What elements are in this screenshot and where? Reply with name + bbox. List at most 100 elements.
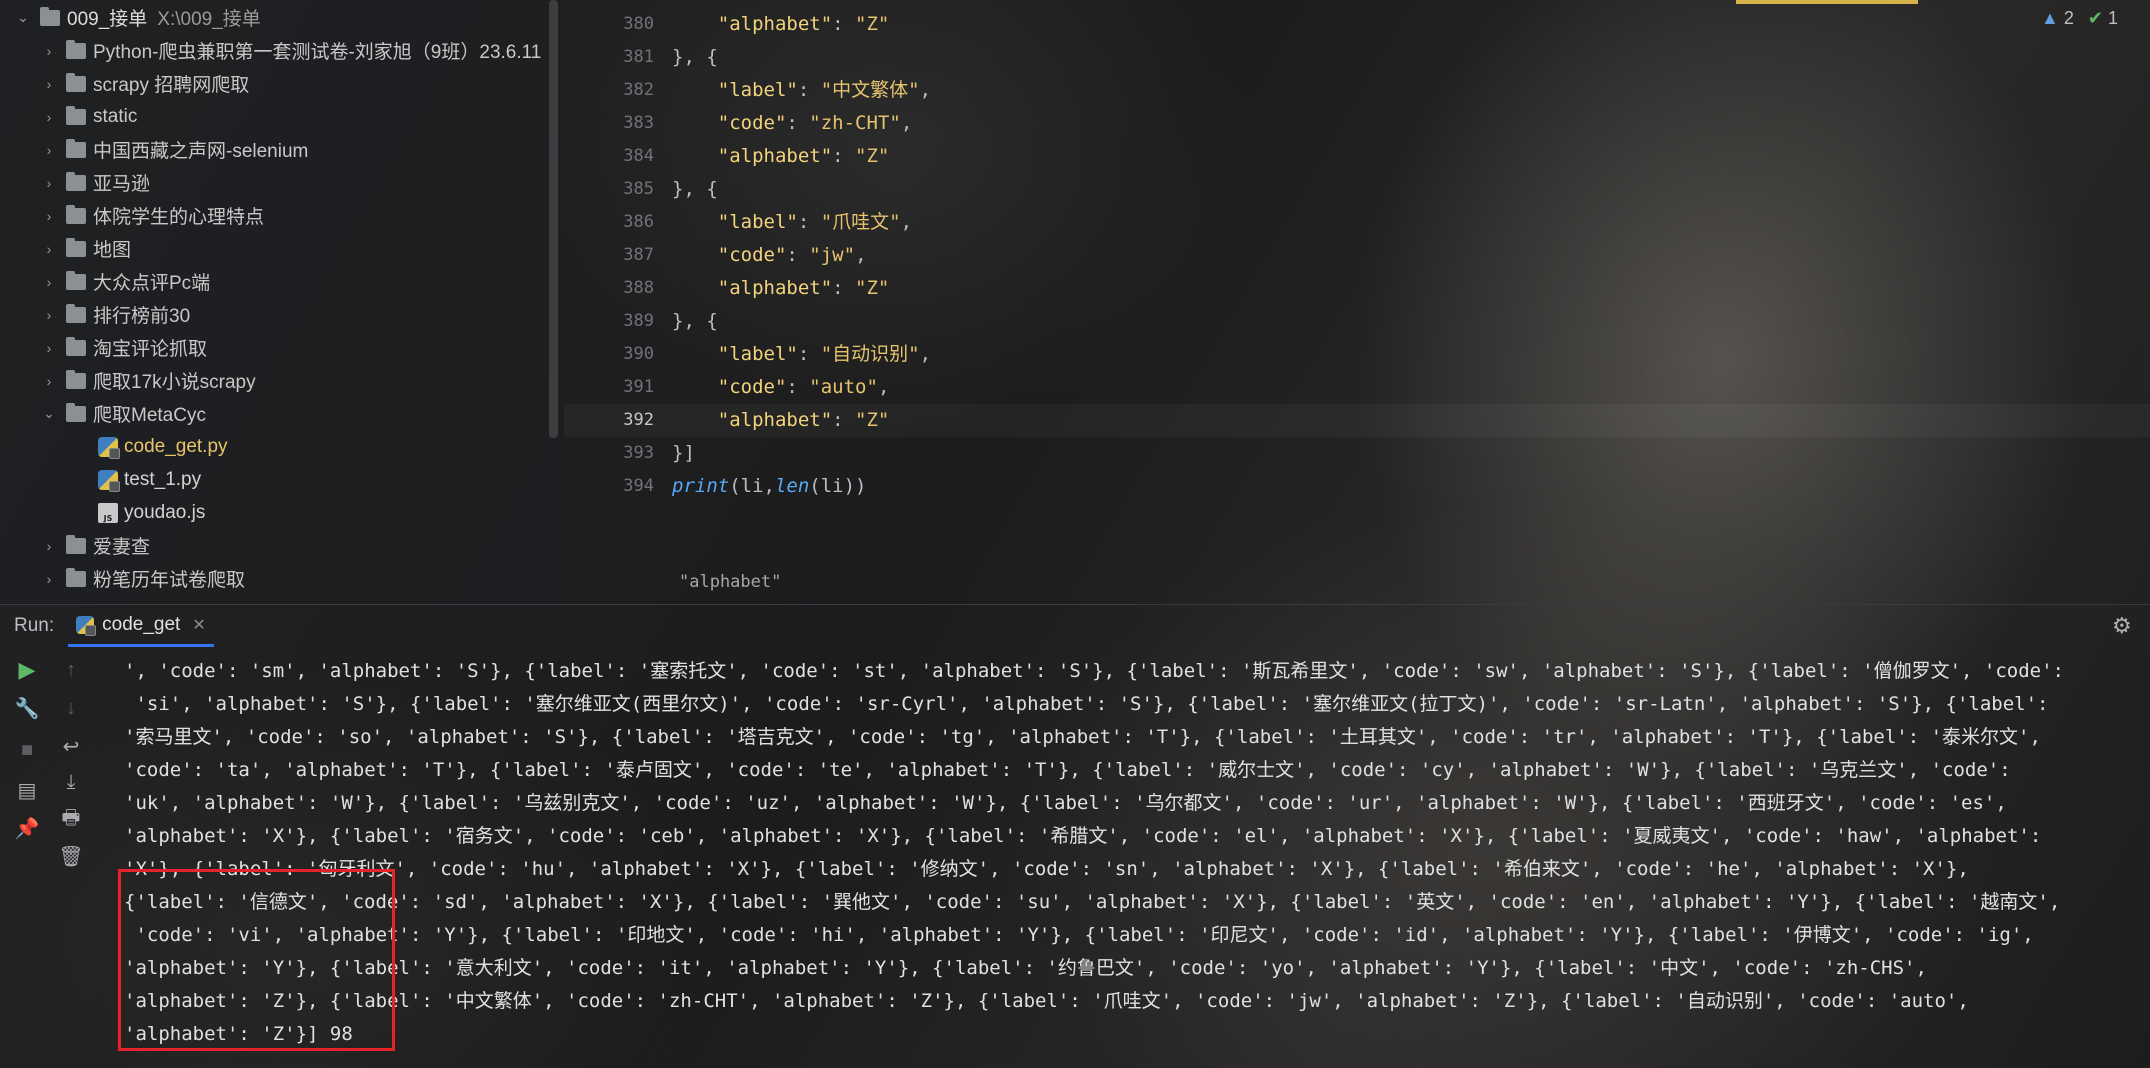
folder-icon [66,534,86,554]
chevron-right-icon[interactable]: › [40,273,58,291]
tree-item-label: test_1.py [124,468,202,490]
tree-file-row[interactable]: test_1.py [0,463,562,496]
run-tab-label: code_get [102,613,181,635]
line-number: 381 [623,47,654,67]
inspection-widget[interactable]: ▲ 2 ✔ 1 [2041,8,2118,29]
folder-icon [66,105,86,125]
tree-item-label: 大众点评Pc端 [93,273,211,294]
code-line-380[interactable]: "alphabet": "Z" [672,8,890,41]
chevron-down-icon[interactable]: ⌄ [14,9,32,27]
gear-icon[interactable]: ⚙ [2112,615,2134,637]
tree-folder-row[interactable]: › 体院学生的心理特点 [0,199,562,232]
line-number: 382 [623,80,654,100]
code-line-392[interactable]: "alphabet": "Z" [672,404,890,437]
checkmark-icon: ✔ [2087,8,2103,28]
chevron-right-icon[interactable]: › [40,207,58,225]
chevron-right-icon[interactable]: › [40,174,58,192]
tree-root-row[interactable]: ⌄ 009_接单 X:\009_接单 [0,1,562,34]
line-number: 386 [623,212,654,232]
tree-folder-row[interactable]: › 淘宝评论抓取 [0,331,562,364]
tree-folder-row[interactable]: › scrapy 招聘网爬取 [0,67,562,100]
folder-icon [66,567,86,587]
code-editor[interactable]: 380 381 382 383 384 385 386 387 388 389 390 391 392 3… [564,0,2150,604]
folder-icon [66,39,86,59]
chevron-right-icon[interactable]: › [40,141,58,159]
python-file-icon [98,469,120,492]
tree-folder-row[interactable]: › Python-爬虫兼职第一套测试卷-刘家旭（9班）23.6.11 [0,34,562,67]
run-tab-code-get[interactable]: code_get ✕ [68,605,214,647]
folder-icon [66,204,86,224]
code-line-393[interactable]: }] [672,437,695,470]
code-line-391[interactable]: "code": "auto", [672,371,890,404]
trash-icon[interactable]: 🗑 [56,841,86,871]
console-line: {'label': '信德文', 'code': 'sd', 'alphabet… [124,891,2061,913]
down-arrow-icon[interactable]: ↓ [56,693,86,723]
pin-icon[interactable]: 📌 [12,813,42,843]
tree-folder-row[interactable]: ⌄ 爬取MetaCyc [0,397,562,430]
tree-folder-row[interactable]: › static [0,100,562,133]
chevron-right-icon[interactable]: › [40,108,58,126]
tree-folder-row[interactable]: › 粉笔历年试卷爬取 [0,562,562,595]
stop-icon[interactable]: ■ [12,735,42,765]
folder-icon [66,369,86,389]
run-tool-window-header: Run: code_get ✕ ⚙ [0,605,2150,647]
warning-count[interactable]: ▲ 2 [2041,8,2074,29]
tree-folder-row[interactable]: › 排行榜前30 [0,298,562,331]
tree-folder-row[interactable]: › 中国西藏之声网-selenium [0,133,562,166]
chevron-right-icon[interactable]: › [40,75,58,93]
tree-item-label: 爬取17k小说scrapy [93,372,256,393]
tree-folder-row[interactable]: › 爱妻查 [0,529,562,562]
line-number: 394 [623,476,654,496]
tree-folder-row[interactable]: › 地图 [0,232,562,265]
print-icon[interactable]: 🖶 [56,805,86,835]
console-line: 'alphabet': 'Z'}, {'label': '中文繁体', 'cod… [124,990,1969,1012]
line-number: 387 [623,245,654,265]
code-line-384[interactable]: "alphabet": "Z" [672,140,890,173]
code-line-381[interactable]: }, { [672,41,718,74]
code-line-388[interactable]: "alphabet": "Z" [672,272,890,305]
tree-folder-row[interactable]: › 大众点评Pc端 [0,265,562,298]
wrench-icon[interactable]: 🔧 [12,693,42,723]
tree-item-label: 爱妻查 [93,537,151,558]
chevron-right-icon[interactable]: › [40,339,58,357]
editor-breadcrumb[interactable]: "alphabet" [679,572,781,592]
folder-icon [66,303,86,323]
soft-wrap-icon[interactable]: ↩ [56,731,86,761]
tree-scrollbar[interactable] [549,0,558,438]
ok-count[interactable]: ✔ 1 [2088,8,2118,29]
tree-item-label: 地图 [93,240,132,261]
console-line: '索马里文', 'code': 'so', 'alphabet': 'S'}, … [124,726,2041,748]
console-line: 'uk', 'alphabet': 'W'}, {'label': '乌兹别克文… [124,792,2007,814]
up-arrow-icon[interactable]: ↑ [56,655,86,685]
scroll-to-end-icon[interactable]: ⤓ [56,767,86,797]
chevron-down-icon[interactable]: ⌄ [40,405,58,423]
tree-folder-row[interactable]: › 爬取17k小说scrapy [0,364,562,397]
play-icon[interactable]: ▶ [12,655,42,685]
code-line-390[interactable]: "label": "自动识别", [672,338,931,371]
code-line-383[interactable]: "code": "zh-CHT", [672,107,913,140]
javascript-file-icon: JS [98,502,118,523]
folder-icon [66,72,86,92]
tree-folder-row[interactable]: › 亚马逊 [0,166,562,199]
chevron-right-icon[interactable]: › [40,240,58,258]
close-icon[interactable]: ✕ [192,615,205,635]
chevron-right-icon[interactable]: › [40,42,58,60]
tree-item-label: static [93,105,138,127]
console-output[interactable]: ', 'code': 'sm', 'alphabet': 'S'}, {'lab… [124,647,2150,1068]
folder-icon [66,270,86,290]
chevron-right-icon[interactable]: › [40,570,58,588]
tree-root-name: 009_接单 [67,9,148,30]
chevron-right-icon[interactable]: › [40,306,58,324]
code-line-385[interactable]: }, { [672,173,718,206]
code-line-382[interactable]: "label": "中文繁体", [672,74,931,107]
line-number: 393 [623,443,654,463]
code-line-387[interactable]: "code": "jw", [672,239,867,272]
tree-file-row[interactable]: JS youdao.js [0,496,562,529]
chevron-right-icon[interactable]: › [40,537,58,555]
chevron-right-icon[interactable]: › [40,372,58,390]
tree-file-row[interactable]: code_get.py [0,430,562,463]
code-line-386[interactable]: "label": "爪哇文", [672,206,912,239]
code-line-389[interactable]: }, { [672,305,718,338]
code-line-394[interactable]: print(li,len(li)) [672,470,867,503]
layout-icon[interactable]: ▤ [12,775,42,805]
